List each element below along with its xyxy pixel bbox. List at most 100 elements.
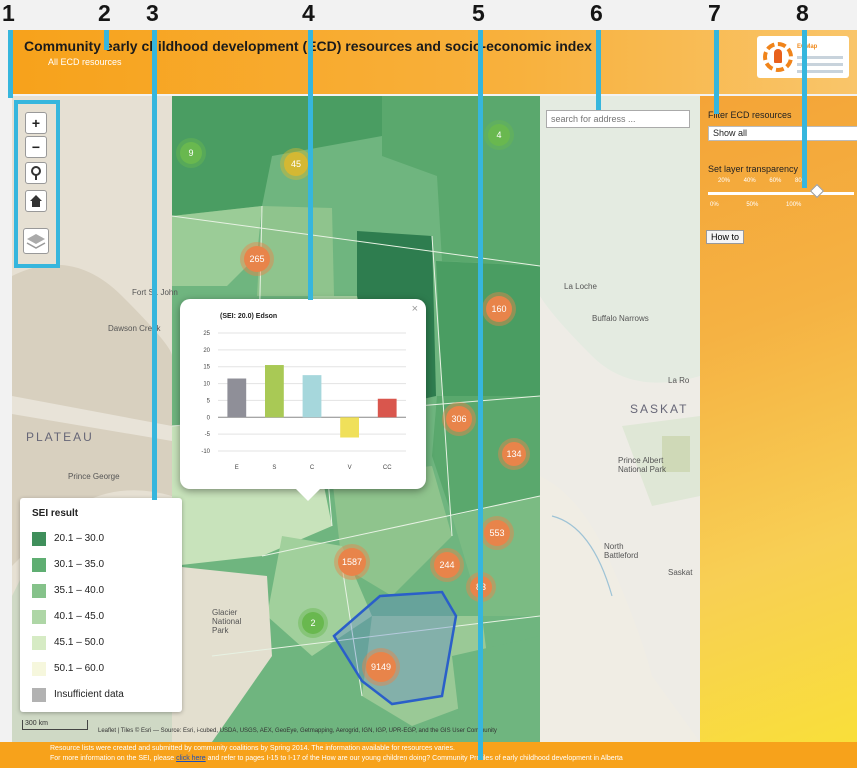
sei-legend: SEI result 20.1 – 30.0 30.1 – 35.0 35.1 … [20,498,182,712]
sei-bar-chart: 25 20 15 10 5 0 -5 -10 E S C V CC [201,331,406,471]
callout-number: 1 [2,0,15,26]
layers-icon [26,234,46,249]
transparency-slider[interactable] [708,192,854,195]
map-view[interactable]: Fort St. John Dawson Creek La Loche Buff… [12,96,700,742]
callout-bar [596,30,601,110]
popup-close-button[interactable]: × [412,303,418,315]
slider-range-labels: 0% 50% 100% [710,202,802,208]
chart-ytick-label: -10 [201,449,210,455]
cluster-marker[interactable]: 553 [484,520,510,546]
chart-ytick-label: 25 [203,331,210,337]
legend-item: 30.1 – 35.0 [32,558,104,576]
locate-button[interactable] [25,162,47,184]
place-label: SASKAT [630,402,689,416]
cluster-marker[interactable]: 9 [180,142,202,164]
legend-swatch [32,662,46,676]
footer-info: For more information on the SEI, please … [50,755,623,762]
legend-item: Insufficient data [32,688,124,706]
home-icon [30,195,42,207]
place-label: Buffalo Narrows [592,314,649,323]
legend-label: 50.1 – 60.0 [54,663,105,674]
chart-xtick-label: C [310,465,315,471]
legend-item: 50.1 – 60.0 [32,662,104,680]
cluster-marker[interactable]: 1587 [338,548,366,576]
chart-xtick-label: CC [383,465,392,471]
legend-swatch [32,610,46,624]
legend-title: SEI result [32,508,79,519]
legend-label: Insufficient data [54,689,124,700]
footer-note: Resource lists were created and submitte… [50,745,455,752]
home-button[interactable] [25,190,47,212]
cluster-marker[interactable]: 45 [284,152,308,176]
chart-bar-e [227,378,247,418]
address-search-input[interactable] [546,110,690,128]
legend-swatch [32,584,46,598]
callout-number: 7 [708,0,721,26]
how-to-button[interactable]: How to [706,230,745,244]
callout-bar [714,30,719,114]
filter-label: Filter ECD resources [708,110,792,120]
chart-ytick-label: 5 [207,398,211,404]
legend-label: 30.1 – 35.0 [54,559,105,570]
callout-bar [104,30,109,50]
callout-bar [802,30,807,188]
callout-number: 4 [302,0,315,26]
callout-bar [152,30,157,500]
layers-button[interactable] [23,228,49,254]
cluster-marker[interactable]: 306 [446,406,472,432]
chart-bar-c [302,375,322,418]
chart-bar-cc [377,398,397,418]
region-popup: × (SEI: 20.0) Edson 25 20 15 10 5 0 -5 -10 E S C V C… [180,299,426,501]
legend-item: 20.1 – 30.0 [32,532,104,550]
slider-tick-labels: 20% 40% 60% 80% [718,178,808,184]
cluster-marker[interactable]: 244 [434,552,460,578]
map-attribution: Leaflet | Tiles © Esri — Source: Esri, i… [98,728,497,734]
legend-label: 40.1 – 45.0 [54,611,105,622]
breadcrumb[interactable]: All ECD resources [48,57,122,67]
zoom-out-button[interactable]: − [25,136,47,158]
cluster-marker[interactable]: 4 [488,124,510,146]
place-label: La Ro [668,376,690,385]
place-label: La Loche [564,282,597,291]
legend-swatch [32,558,46,572]
zoom-in-button[interactable]: + [25,112,47,134]
chart-bar-s [265,365,284,418]
cluster-marker[interactable]: 160 [486,296,512,322]
chart-ytick-label: 20 [203,348,210,354]
sei-info-link[interactable]: click here [176,755,206,762]
map-pin-icon [31,166,41,180]
place-label: North Battleford [604,542,639,560]
legend-swatch [32,688,46,702]
place-label: PLATEAU [26,430,94,444]
cluster-marker[interactable]: 2 [302,612,324,634]
legend-label: 20.1 – 30.0 [54,533,105,544]
chart-ytick-label: -5 [205,432,211,438]
chart-ytick-label: 15 [203,365,210,371]
control-panel: Filter ECD resources Show all Set layer … [700,96,857,742]
callout-number: 2 [98,0,111,26]
cluster-marker[interactable]: 134 [502,442,526,466]
place-label: Prince George [68,472,120,481]
place-label: Saskat [668,568,693,577]
resource-filter-select[interactable]: Show all [708,126,857,141]
footer: Resource lists were created and submitte… [0,742,857,768]
cluster-marker[interactable]: 9149 [366,652,396,682]
callout-number: 6 [590,0,603,26]
callout-number: 3 [146,0,159,26]
callout-bar [308,30,313,300]
chart-bar-v [340,417,359,438]
chart-ytick-label: 10 [203,382,210,388]
legend-label: 35.1 – 40.0 [54,585,105,596]
popup-title: (SEI: 20.0) Edson [220,313,278,320]
chart-xtick-label: S [272,465,276,471]
legend-swatch [32,636,46,650]
cluster-marker[interactable]: 265 [244,246,270,272]
slider-handle[interactable] [809,183,825,199]
header-bar: Community early childhood development (E… [12,30,857,94]
logo-child-icon [774,49,782,63]
legend-item: 35.1 – 40.0 [32,584,104,602]
place-label: Prince Albert National Park [618,456,667,474]
logo-text: ECMap [797,44,818,50]
place-label: Glacier National Park [212,608,242,635]
legend-item: 40.1 – 45.0 [32,610,104,628]
